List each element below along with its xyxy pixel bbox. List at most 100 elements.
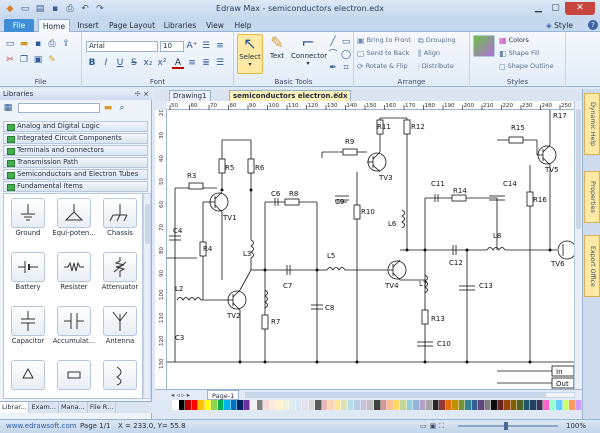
side-tab-export-office[interactable]: Export Office [584, 235, 600, 297]
library-menu-icon[interactable]: ▦ [2, 102, 14, 114]
library-item-semiconductors[interactable]: Semiconductors and Electron Tubes [3, 169, 148, 180]
shape-equipotential[interactable]: Equi-poten... [52, 196, 96, 244]
redo-icon[interactable]: ↷ [94, 3, 106, 15]
align-center-icon[interactable]: ≣ [200, 57, 212, 69]
zoom-slider[interactable] [458, 422, 558, 430]
view-buttons-icon[interactable]: ▭▣⛶ [420, 420, 447, 433]
side-tab-dynamic-help[interactable]: Dynamic Help [584, 93, 600, 155]
shape-accumulator[interactable]: Accumulat... [52, 304, 96, 352]
subscript-icon[interactable]: x₂ [142, 57, 154, 69]
font-name-combo[interactable]: Arial [86, 41, 158, 52]
close-button[interactable]: ✕ [565, 2, 595, 15]
pen-tool-icon[interactable]: ✒ [327, 62, 339, 74]
side-tab-properties[interactable]: Properties [584, 171, 600, 223]
new-doc-icon[interactable]: ▭ [4, 38, 16, 50]
line-tool-icon[interactable]: ╱ [327, 36, 339, 48]
shape-ground[interactable]: Ground [6, 196, 50, 244]
italic-button[interactable]: I [100, 57, 112, 69]
panel-pin-close[interactable]: ☩ × [135, 89, 149, 100]
minimize-button[interactable]: ▁ [531, 2, 546, 15]
tab-libraries[interactable]: Libraries [160, 19, 200, 32]
shape-antenna[interactable]: Antenna [98, 304, 142, 352]
undo-icon[interactable]: ↶ [79, 3, 91, 15]
app-logo-icon[interactable]: ◆ [4, 3, 16, 15]
tab-home[interactable]: Home [38, 19, 70, 32]
colors-button[interactable]: ▦ Colors [499, 35, 529, 46]
panel-tab-file-recovery[interactable]: File R... [88, 402, 117, 413]
strikethrough-button[interactable]: S [128, 57, 140, 69]
export-icon[interactable]: ⇪ [60, 38, 72, 50]
distribute-button[interactable]: ⦙ Distribute [418, 61, 454, 72]
page-tab[interactable]: Page-1 [207, 390, 240, 400]
doc-tab-drawing1[interactable]: Drawing1 [169, 90, 211, 101]
library-folder-icon[interactable]: ▬ [102, 102, 114, 114]
drawing-canvas[interactable]: R3 R5 R6 TV1 C4 R4 C6 R8 L3 C7 L2 TV2 R7… [167, 110, 574, 389]
curve-tool-icon[interactable]: ⌒ [327, 49, 339, 61]
grow-font-icon[interactable]: A⁺ [186, 40, 198, 52]
text-button[interactable]: ✎ Text [265, 34, 289, 74]
save-disk-icon[interactable]: ▪ [32, 38, 44, 50]
rectangle-tool-icon[interactable]: ▭ [340, 36, 352, 48]
page-nav-arrows-icon[interactable]: ◂◃▹▸ [171, 390, 192, 400]
canvas-vertical-scrollbar[interactable] [574, 101, 582, 389]
open-icon[interactable]: ▤ [34, 3, 46, 15]
shape-fill-button[interactable]: ◧ Shape Fill [499, 48, 540, 59]
save-icon[interactable]: ▪ [49, 3, 61, 15]
bold-button[interactable]: B [86, 57, 98, 69]
align-left-icon[interactable]: ≡ [186, 57, 198, 69]
tab-page-layout[interactable]: Page Layout [106, 19, 158, 32]
new-icon[interactable]: ▭ [19, 3, 31, 15]
maximize-button[interactable]: ▢ [548, 2, 563, 15]
library-item-fundamental[interactable]: Fundamental Items [3, 181, 148, 192]
bring-to-front-button[interactable]: ▣ Bring to Front [357, 35, 411, 46]
library-item-analog[interactable]: Analog and Digital Logic [3, 121, 148, 132]
send-to-back-button[interactable]: ▢ Send to Back [357, 48, 409, 59]
theme-gallery-icon[interactable] [473, 35, 495, 57]
numbering-icon[interactable]: ≡ [214, 40, 226, 52]
copy-icon[interactable]: ❐ [18, 54, 30, 66]
shape-outline-button[interactable]: ◻ Shape Outline [499, 61, 554, 72]
tab-insert[interactable]: Insert [72, 19, 104, 32]
open-folder-icon[interactable]: ▬ [18, 38, 30, 50]
grouping-button[interactable]: ⧉ Grouping [418, 35, 456, 46]
library-item-transmission[interactable]: Transmission Path [3, 157, 148, 168]
shape-item-10[interactable] [6, 358, 50, 406]
select-button[interactable]: ↖ Select ▾ [237, 34, 263, 74]
library-item-terminals[interactable]: Terminals and connectors [3, 145, 148, 156]
cut-icon[interactable]: ✂ [4, 54, 16, 66]
align-right-icon[interactable]: ☰ [214, 57, 226, 69]
bullets-icon[interactable]: ☰ [200, 40, 212, 52]
font-size-combo[interactable]: 10 [160, 41, 184, 52]
paste-icon[interactable]: ▣ [32, 54, 44, 66]
print-preview-icon[interactable]: ⎙ [46, 38, 58, 50]
tab-help[interactable]: Help [230, 19, 256, 32]
shape-capacitor[interactable]: Capacitor [6, 304, 50, 352]
tab-view[interactable]: View [202, 19, 228, 32]
format-painter-icon[interactable]: ✎ [46, 54, 58, 66]
superscript-icon[interactable]: x² [156, 57, 168, 69]
connector-button[interactable]: ⌐ Connector ▾ [291, 34, 327, 74]
style-menu[interactable]: ◈ Style [546, 20, 573, 31]
help-icon[interactable]: ? [588, 20, 598, 30]
website-link[interactable]: www.edrawsoft.com [6, 420, 77, 433]
panel-tab-manage[interactable]: Mana... [59, 402, 88, 413]
rotate-flip-button[interactable]: ⟳ Rotate & Flip [357, 61, 408, 72]
library-scrollbar[interactable] [143, 193, 151, 399]
shape-item-11[interactable] [52, 358, 96, 406]
shape-resister[interactable]: Resister [52, 250, 96, 298]
panel-tab-examples[interactable]: Exam... [29, 402, 59, 413]
color-swatch[interactable] [575, 400, 583, 410]
doc-tab-close-icon[interactable]: × [333, 90, 340, 99]
panel-tab-libraries[interactable]: Librar... [0, 402, 30, 413]
print-icon[interactable]: ⎙ [64, 3, 76, 15]
library-find-icon[interactable]: ⌕ [116, 102, 128, 114]
library-item-ic[interactable]: Integrated Circuit Components [3, 133, 148, 144]
align-button[interactable]: ⫼ Align [418, 48, 440, 59]
shape-battery[interactable]: Battery [6, 250, 50, 298]
shape-attenuator[interactable]: Attenuator [98, 250, 142, 298]
font-color-button[interactable]: A [172, 57, 184, 69]
crop-tool-icon[interactable]: ⌗ [340, 62, 352, 74]
underline-button[interactable]: U [114, 57, 126, 69]
horizontal-scrollbar[interactable] [245, 392, 575, 398]
library-search-combo[interactable] [18, 103, 100, 113]
